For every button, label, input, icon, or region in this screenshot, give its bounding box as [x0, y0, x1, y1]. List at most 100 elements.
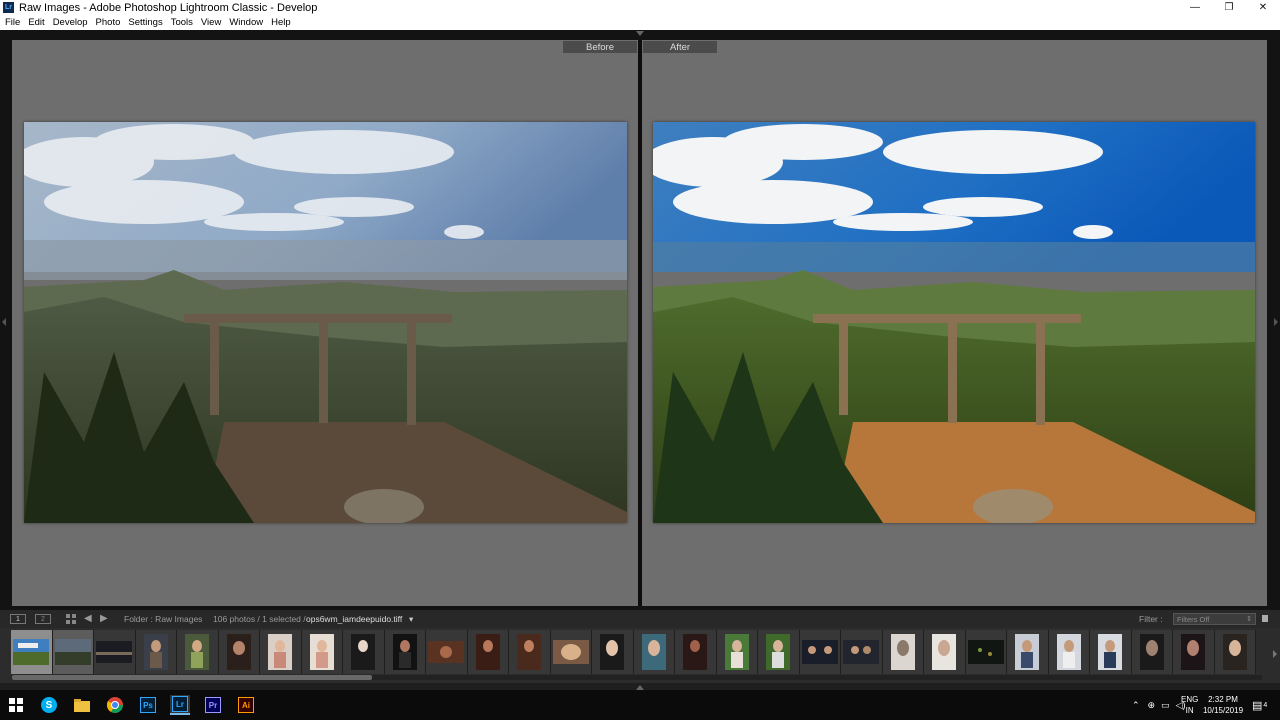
filmstrip-scrollbar[interactable] [12, 675, 1262, 680]
thumbnail-night-lights[interactable] [965, 630, 1007, 674]
thumbnail-portrait[interactable] [592, 630, 634, 674]
filter-select[interactable]: Filters Off ⇕ [1173, 613, 1256, 625]
before-label: Before [563, 41, 637, 53]
thumbnail-portrait[interactable] [633, 630, 675, 674]
skype-taskbar-button[interactable]: S [39, 695, 59, 715]
clock-date: 10/15/2019 [1202, 706, 1244, 715]
battery-icon[interactable]: ▭ [1161, 700, 1170, 711]
photoshop-icon: Ps [140, 697, 156, 713]
before-landscape-image [24, 122, 627, 523]
photoshop-taskbar-button[interactable]: Ps [138, 695, 158, 715]
thumbnail-landscape-1[interactable] [11, 630, 53, 674]
close-button[interactable]: ✕ [1246, 0, 1280, 15]
thumbnail-portrait[interactable] [882, 630, 924, 674]
notification-icon: ▤ [1252, 699, 1263, 712]
menu-bar: File Edit Develop Photo Settings Tools V… [0, 15, 1280, 30]
thumbnail-portrait[interactable] [1173, 630, 1215, 674]
thumbnail-sunset[interactable] [94, 630, 136, 674]
filmstrip-scroll-thumb[interactable] [12, 675, 372, 680]
filter-lock-icon[interactable] [1262, 615, 1268, 622]
network-globe-icon[interactable]: ⊕ [1148, 700, 1156, 711]
region-code: IN [1185, 706, 1194, 715]
clock[interactable]: 2:32 PM 10/15/2019 [1203, 690, 1243, 720]
window-title: Raw Images - Adobe Photoshop Lightroom C… [19, 1, 318, 14]
filter-chevron-icon: ⇕ [1246, 616, 1252, 623]
thumbnail-portrait[interactable] [177, 630, 219, 674]
menu-help[interactable]: Help [271, 17, 291, 28]
thumbnail-landscape-portrait[interactable] [426, 630, 468, 674]
lightroom-taskbar-button[interactable]: Lr [170, 695, 190, 715]
clock-time: 2:32 PM [1208, 695, 1238, 704]
menu-view[interactable]: View [201, 17, 221, 28]
menu-settings[interactable]: Settings [128, 17, 162, 28]
lightroom-icon: Lr [172, 696, 188, 712]
thumbnail-portrait[interactable] [301, 630, 343, 674]
photo-count: 106 photos / 1 selected / [213, 614, 306, 624]
filmstrip-toolbar: 1 2 ◀ ▶ Folder : Raw Images 106 photos /… [0, 610, 1280, 628]
title-bar: Lr Raw Images - Adobe Photoshop Lightroo… [0, 0, 1280, 15]
thumbnail-landscape-2[interactable] [52, 630, 94, 674]
premiere-taskbar-button[interactable]: Pr [203, 695, 223, 715]
grid-view-icon[interactable] [66, 614, 76, 624]
thumbnail-portrait[interactable] [467, 630, 509, 674]
thumbnail-closeup[interactable] [550, 630, 592, 674]
after-landscape-image [653, 122, 1255, 523]
windows-logo-icon [9, 698, 23, 712]
menu-develop[interactable]: Develop [53, 17, 88, 28]
notification-count: 4 [1263, 701, 1268, 709]
file-explorer-taskbar-button[interactable] [72, 695, 92, 715]
secondary-display-button[interactable]: 2 [35, 614, 51, 624]
show-hidden-icons-icon[interactable]: ⌃ [1132, 700, 1140, 711]
premiere-icon: Pr [205, 697, 221, 713]
thumbnail-portrait[interactable] [758, 630, 800, 674]
menu-file[interactable]: File [5, 17, 20, 28]
folder-icon [74, 698, 90, 712]
menu-edit[interactable]: Edit [28, 17, 44, 28]
before-after-divider [638, 40, 642, 606]
start-button[interactable] [6, 695, 26, 715]
thumbnail-portrait[interactable] [343, 630, 385, 674]
lightroom-app-icon: Lr [3, 2, 14, 13]
maximize-button[interactable]: ❐ [1212, 0, 1246, 15]
forward-arrow-icon[interactable]: ▶ [100, 613, 108, 624]
menu-photo[interactable]: Photo [96, 17, 121, 28]
thumbnail-group[interactable] [799, 630, 841, 674]
filmstrip [0, 628, 1280, 683]
left-panel-toggle-icon[interactable] [2, 318, 6, 326]
before-photo[interactable] [24, 122, 627, 523]
thumbnail-portrait[interactable] [260, 630, 302, 674]
chrome-taskbar-button[interactable] [105, 695, 125, 715]
filmstrip-scroll-right-icon[interactable] [1273, 650, 1277, 658]
illustrator-icon: Ai [238, 697, 254, 713]
folder-source[interactable]: Folder : Raw Images [124, 614, 202, 624]
thumbnail-portrait[interactable] [1048, 630, 1090, 674]
thumbnail-portrait[interactable] [924, 630, 966, 674]
thumbnail-portrait[interactable] [1214, 630, 1256, 674]
chrome-icon [107, 697, 123, 713]
minimize-button[interactable]: — [1178, 0, 1212, 15]
filename-dropdown-icon[interactable]: ▾ [409, 614, 413, 625]
selected-filename[interactable]: ops6wm_iamdeepuido.tiff [306, 614, 402, 624]
thumbnail-portrait[interactable] [716, 630, 758, 674]
back-arrow-icon[interactable]: ◀ [84, 613, 92, 624]
illustrator-taskbar-button[interactable]: Ai [236, 695, 256, 715]
menu-tools[interactable]: Tools [171, 17, 193, 28]
after-photo[interactable] [653, 122, 1255, 523]
primary-display-button[interactable]: 1 [10, 614, 26, 624]
action-center-button[interactable]: ▤ 4 [1252, 690, 1267, 720]
thumbnail-portrait[interactable] [1090, 630, 1132, 674]
thumbnail-portrait[interactable] [1007, 630, 1049, 674]
skype-icon: S [41, 697, 57, 713]
thumbnail-portrait[interactable] [1131, 630, 1173, 674]
thumbnail-portrait[interactable] [675, 630, 717, 674]
thumbnail-portrait[interactable] [135, 630, 177, 674]
thumbnail-portrait[interactable] [384, 630, 426, 674]
thumbnail-portrait[interactable] [218, 630, 260, 674]
thumbnail-portrait[interactable] [509, 630, 551, 674]
thumbnail-group[interactable] [841, 630, 883, 674]
language-indicator[interactable]: ENG IN [1181, 690, 1198, 720]
filter-label: Filter : [1139, 614, 1163, 624]
top-panel-toggle-icon[interactable] [636, 31, 644, 36]
right-panel-toggle-icon[interactable] [1274, 318, 1278, 326]
menu-window[interactable]: Window [229, 17, 263, 28]
